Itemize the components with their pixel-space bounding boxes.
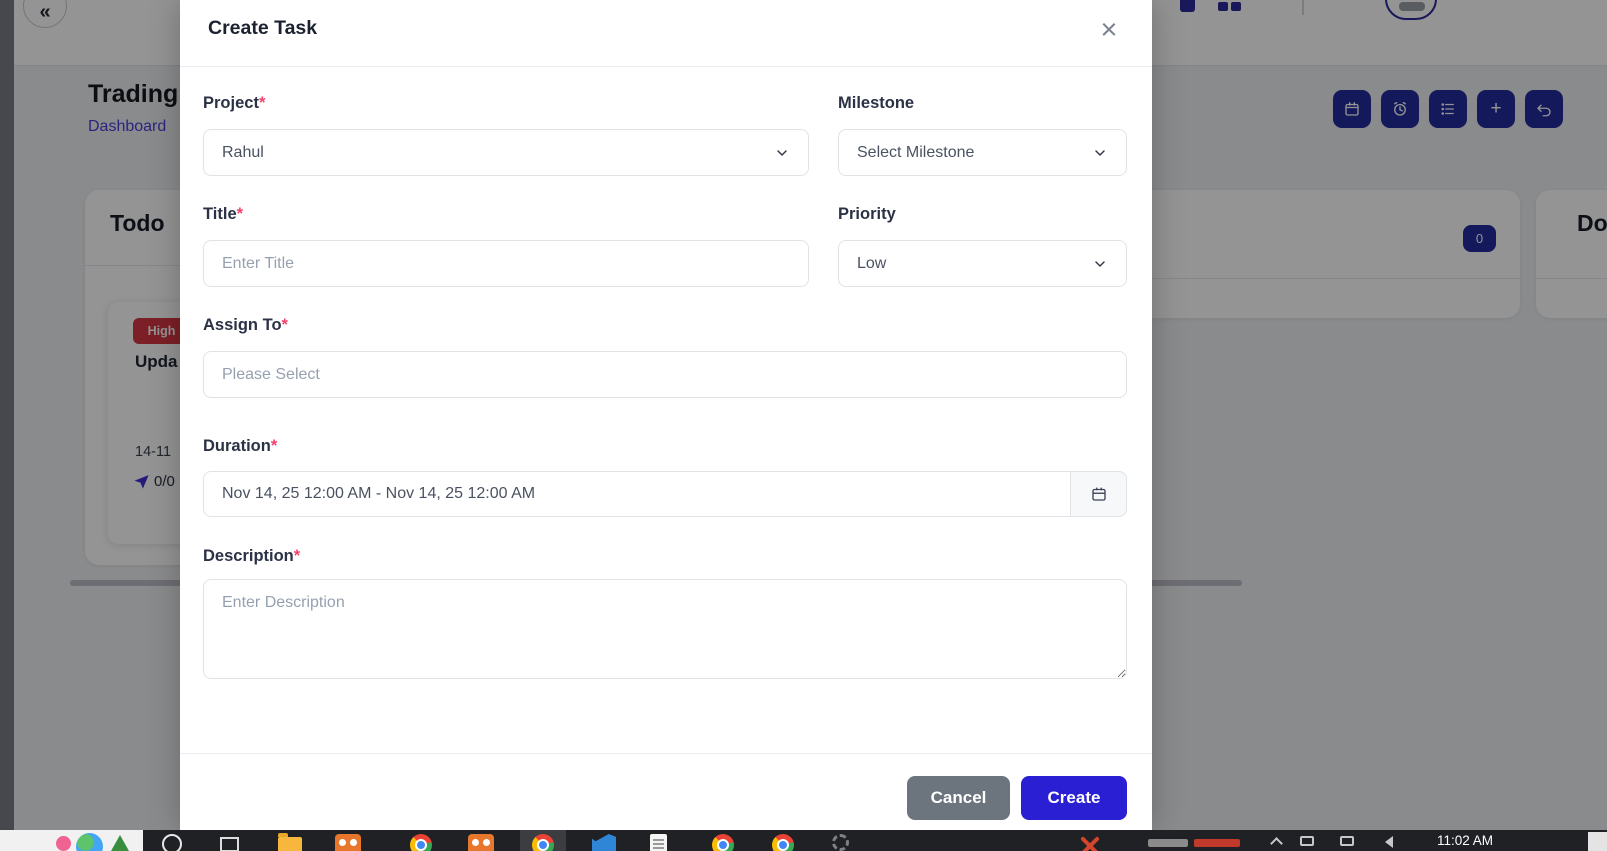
settings-gear-icon[interactable]	[832, 834, 849, 851]
chevron-down-icon	[777, 149, 787, 156]
tray-text-block	[1148, 839, 1188, 847]
duration-input[interactable]	[203, 471, 1070, 517]
title-input[interactable]	[203, 240, 809, 287]
close-icon: ×	[1100, 14, 1118, 46]
priority-select[interactable]: Low	[838, 240, 1127, 287]
chrome-icon[interactable]	[712, 834, 734, 851]
priority-label: Priority	[838, 205, 896, 223]
duration-calendar-button[interactable]	[1070, 471, 1127, 517]
tree-icon[interactable]	[111, 835, 129, 851]
active-app-slot[interactable]	[520, 830, 566, 851]
chrome-icon	[532, 834, 554, 851]
description-label: Description*	[203, 547, 301, 565]
modal-footer: Cancel Create	[180, 753, 1152, 830]
required-marker: *	[293, 547, 301, 565]
taskbar-light-segment	[0, 830, 143, 851]
network-tray-icon[interactable]	[1340, 836, 1354, 846]
notification-center-icon[interactable]	[1588, 832, 1607, 851]
notepad-icon[interactable]	[650, 834, 667, 851]
chrome-icon[interactable]	[410, 834, 432, 851]
volume-tray-icon[interactable]	[1385, 836, 1393, 848]
chrome-icon[interactable]	[772, 834, 794, 851]
clock[interactable]: 11:02 AM	[1437, 833, 1493, 848]
project-select[interactable]: Rahul	[203, 129, 809, 176]
create-button[interactable]: Create	[1021, 776, 1127, 820]
calendar-icon	[1091, 487, 1106, 501]
required-marker: *	[270, 437, 278, 455]
orange-app-icon[interactable]	[468, 834, 494, 851]
create-task-modal: Create Task × Project* Rahul Milestone S…	[180, 0, 1152, 830]
assign-to-label: Assign To*	[203, 316, 288, 334]
title-label: Title*	[203, 205, 244, 223]
tray-expand-icon[interactable]	[1270, 837, 1283, 850]
required-marker: *	[258, 94, 266, 112]
display-tray-icon[interactable]	[1300, 836, 1314, 846]
earth-globe-icon[interactable]	[76, 833, 103, 851]
modal-header: Create Task ×	[180, 0, 1152, 67]
assign-to-input[interactable]	[203, 351, 1127, 398]
milestone-select[interactable]: Select Milestone	[838, 129, 1127, 176]
close-button[interactable]: ×	[1092, 13, 1126, 47]
modal-title: Create Task	[208, 17, 318, 39]
remote-app-icon[interactable]	[1078, 834, 1100, 851]
search-icon[interactable]	[162, 834, 182, 851]
project-select-value: Rahul	[222, 143, 264, 161]
milestone-label: Milestone	[838, 94, 915, 112]
required-marker: *	[281, 316, 288, 334]
chevron-down-icon	[1095, 149, 1105, 156]
duration-label: Duration*	[203, 437, 278, 455]
priority-select-value: Low	[857, 254, 887, 272]
required-marker: *	[236, 205, 244, 223]
milestone-select-value: Select Milestone	[857, 143, 975, 161]
chevron-down-icon	[1095, 260, 1105, 267]
description-textarea[interactable]	[203, 579, 1127, 679]
project-label: Project*	[203, 94, 266, 112]
os-taskbar: 11:02 AM	[0, 830, 1607, 851]
cancel-button[interactable]: Cancel	[907, 776, 1010, 820]
duration-field	[203, 471, 1127, 517]
code-editor-icon[interactable]	[592, 834, 616, 851]
pink-app-icon[interactable]	[56, 836, 71, 851]
file-explorer-icon[interactable]	[278, 833, 302, 851]
orange-app-icon[interactable]	[335, 834, 361, 851]
tray-alert-block	[1194, 839, 1240, 847]
task-view-icon[interactable]	[220, 837, 239, 851]
